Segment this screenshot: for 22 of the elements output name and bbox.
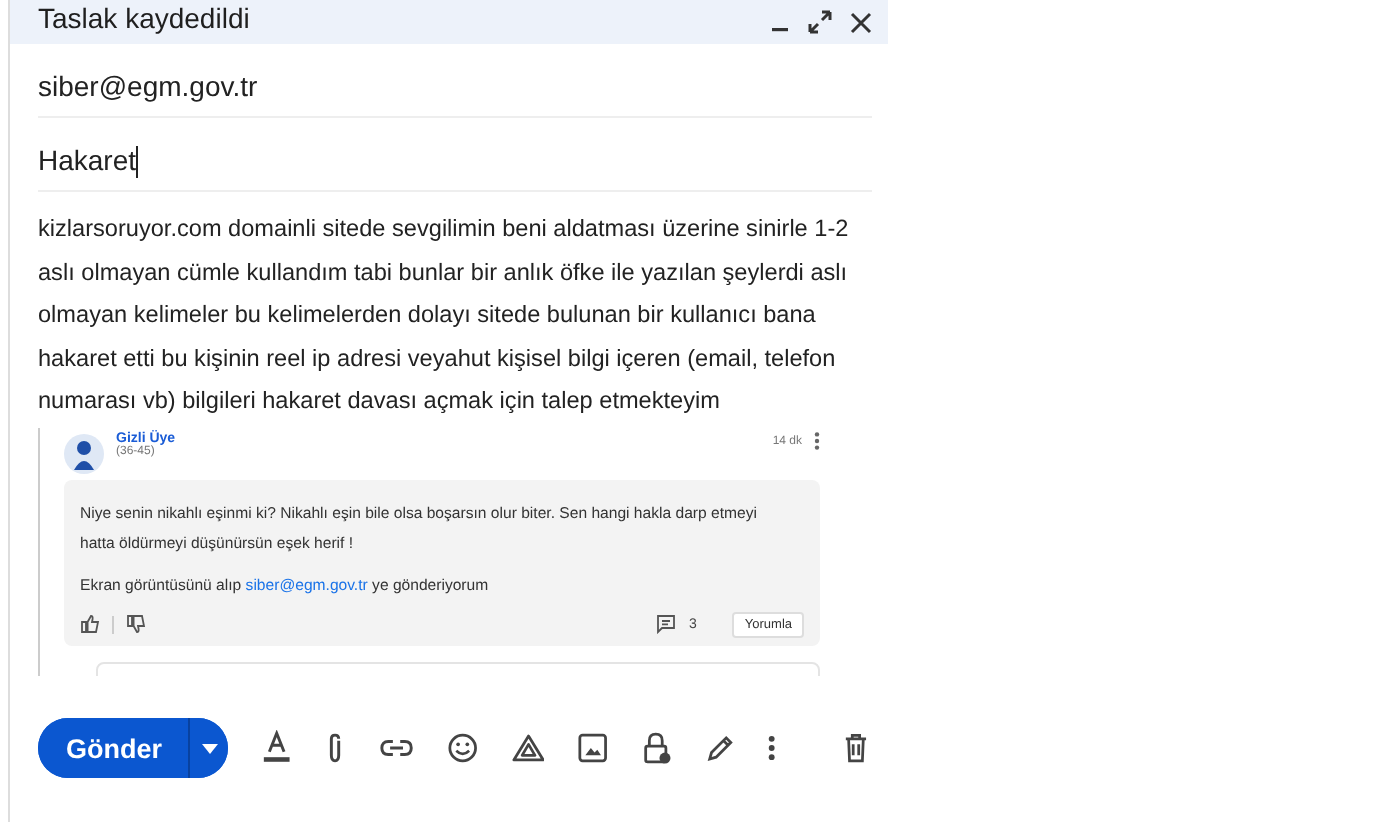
- lock-clock-icon[interactable]: [641, 730, 672, 766]
- comment-icon: [656, 614, 677, 634]
- caret-icon: [202, 743, 219, 753]
- avatar-silhouette-icon: [64, 433, 104, 473]
- close-icon[interactable]: [850, 11, 872, 33]
- text-format-icon[interactable]: [261, 730, 291, 766]
- subject-field[interactable]: Hakaret: [38, 118, 872, 192]
- send-button[interactable]: Gönder: [38, 718, 191, 778]
- smiley-icon[interactable]: [447, 732, 478, 764]
- window-title: Taslak kaydedildi: [38, 2, 252, 34]
- image-icon[interactable]: [578, 732, 608, 764]
- trash-icon[interactable]: [844, 732, 868, 764]
- thumbs-up-icon[interactable]: [80, 614, 100, 634]
- more-options-icon[interactable]: [768, 734, 777, 762]
- to-field[interactable]: siber@egm.gov.tr: [38, 44, 872, 118]
- link-icon[interactable]: [380, 738, 414, 758]
- expand-icon[interactable]: [808, 10, 832, 34]
- triangle-icon[interactable]: [511, 732, 545, 764]
- more-icon[interactable]: [814, 431, 820, 449]
- thumbs-down-icon[interactable]: [126, 614, 146, 634]
- message-body[interactable]: kizlarsoruyor.com domainli sitede sevgilimin beni aldatması üzerine sinirle 1-2 aslı olmayan cümle kullandım tabi bunlar bir anlık öfke ile yazılan şeylerdi aslı olmayan kelimeler bu kelimelerden dolayı sitede bulunan bir kullanıcı bana hakaret etti bu kişinin reel ip adresi veyahut kişisel bilgi içeren (email, telefon numarası vb) bilgileri hakaret davası açmak için talep etmekteyim: [38, 208, 872, 423]
- pen-icon[interactable]: [705, 732, 735, 764]
